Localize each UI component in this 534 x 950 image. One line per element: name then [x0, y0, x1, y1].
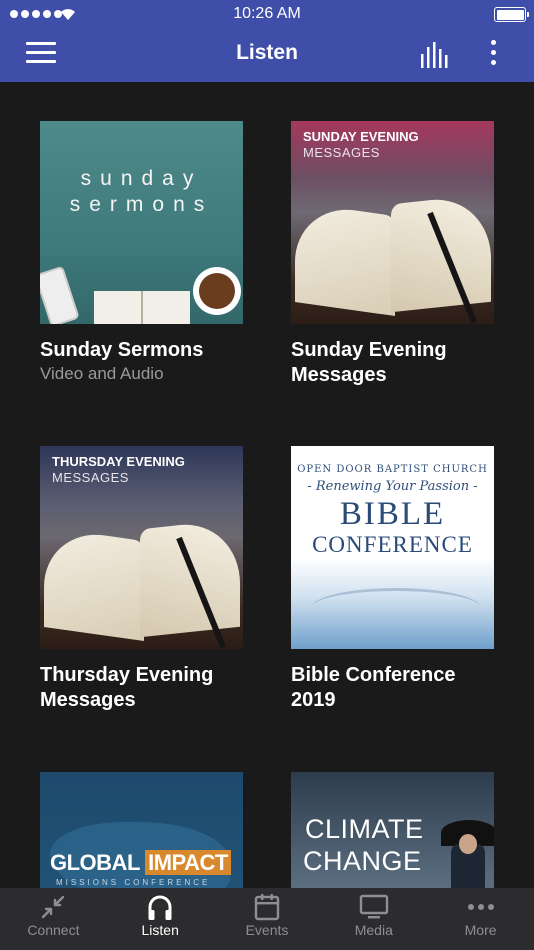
artwork-text: MESSAGES	[303, 145, 380, 160]
status-bar: 10:26 AM	[0, 0, 534, 28]
headphones-icon	[148, 895, 172, 920]
person-head-graphic	[459, 834, 477, 854]
bible-page-graphic	[140, 518, 240, 638]
tab-media[interactable]: Media	[320, 888, 427, 950]
bible-page-graphic	[391, 193, 491, 313]
phone-graphic	[40, 265, 80, 324]
series-grid: sunday sermons Sunday Sermons Video and …	[0, 82, 534, 888]
page-curl-graphic	[311, 588, 481, 628]
artwork-text: sermons	[69, 193, 214, 216]
tab-more[interactable]: More	[427, 888, 534, 950]
series-title: Sunday Evening Messages	[291, 339, 447, 386]
artwork-text: OPEN DOOR BAPTIST CHURCH	[297, 464, 488, 475]
artwork-text: SUNDAY EVENING	[303, 129, 419, 144]
bar-chart-icon[interactable]	[420, 42, 452, 68]
series-card-sunday-sermons[interactable]: sunday sermons Sunday Sermons Video and …	[40, 121, 250, 385]
artwork-text: CHANGE	[303, 846, 422, 876]
artwork-text: IMPACT	[145, 850, 231, 875]
artwork-text: - Renewing Your Passion -	[307, 479, 478, 494]
navigation-bar: Listen	[0, 28, 534, 82]
bible-page-graphic	[295, 201, 395, 317]
artwork-text: MESSAGES	[52, 470, 129, 485]
connect-arrows-icon	[42, 895, 65, 919]
tab-label: Media	[354, 922, 393, 938]
series-artwork: OPEN DOOR BAPTIST CHURCH - Renewing Your…	[291, 446, 494, 649]
tab-label: Events	[245, 922, 289, 938]
tab-label: More	[464, 922, 497, 938]
tab-label: Listen	[141, 922, 179, 938]
book-graphic	[94, 291, 190, 324]
artwork-text: CLIMATE	[305, 814, 424, 844]
series-artwork: CLIMATE CHANGE	[291, 772, 494, 888]
series-card-climate-change[interactable]: CLIMATE CHANGE	[291, 772, 501, 888]
top-bar: 10:26 AM Listen	[0, 0, 534, 82]
tv-monitor-icon	[359, 894, 388, 919]
artwork-text: CONFERENCE	[312, 532, 473, 557]
tab-label: Connect	[27, 922, 80, 938]
artwork-text: BIBLE	[339, 496, 446, 532]
series-title: Bible Conference 2019	[291, 664, 456, 711]
artwork-text: GLOBAL	[50, 850, 140, 875]
vertical-dots-icon[interactable]	[484, 40, 502, 68]
series-artwork: GLOBAL IMPACT MISSIONS CONFERENCE	[40, 772, 243, 888]
series-artwork: sunday sermons	[40, 121, 243, 324]
series-title: Sunday Sermons	[40, 339, 204, 361]
horizontal-dots-icon	[467, 904, 494, 910]
series-subtitle: Video and Audio	[40, 364, 164, 383]
tab-events[interactable]: Events	[214, 888, 321, 950]
series-title: Thursday Evening Messages	[40, 664, 214, 711]
bible-page-graphic	[44, 526, 144, 642]
series-card-global-impact[interactable]: GLOBAL IMPACT MISSIONS CONFERENCE	[40, 772, 250, 888]
status-time: 10:26 AM	[233, 5, 301, 22]
coffee-cup-graphic	[193, 267, 241, 315]
artwork-text: GLOBAL IMPACT	[50, 850, 231, 876]
artwork-text: sunday	[80, 167, 203, 190]
series-card-thursday-evening[interactable]: THURSDAY EVENING MESSAGES Thursday Eveni…	[40, 446, 250, 713]
battery-icon	[494, 7, 529, 22]
series-card-bible-conference[interactable]: OPEN DOOR BAPTIST CHURCH - Renewing Your…	[291, 446, 501, 713]
series-artwork: SUNDAY EVENING MESSAGES	[291, 121, 494, 324]
bottom-tab-bar: Connect Listen Events Media More	[0, 888, 534, 950]
series-card-sunday-evening[interactable]: SUNDAY EVENING MESSAGES Sunday Evening M…	[291, 121, 501, 388]
page-title: Listen	[236, 41, 298, 64]
series-artwork: THURSDAY EVENING MESSAGES	[40, 446, 243, 649]
artwork-text: MISSIONS CONFERENCE	[56, 878, 211, 887]
tab-listen[interactable]: Listen	[107, 888, 214, 950]
tab-connect[interactable]: Connect	[0, 888, 107, 950]
calendar-icon	[254, 894, 280, 921]
artwork-text: THURSDAY EVENING	[52, 454, 185, 469]
